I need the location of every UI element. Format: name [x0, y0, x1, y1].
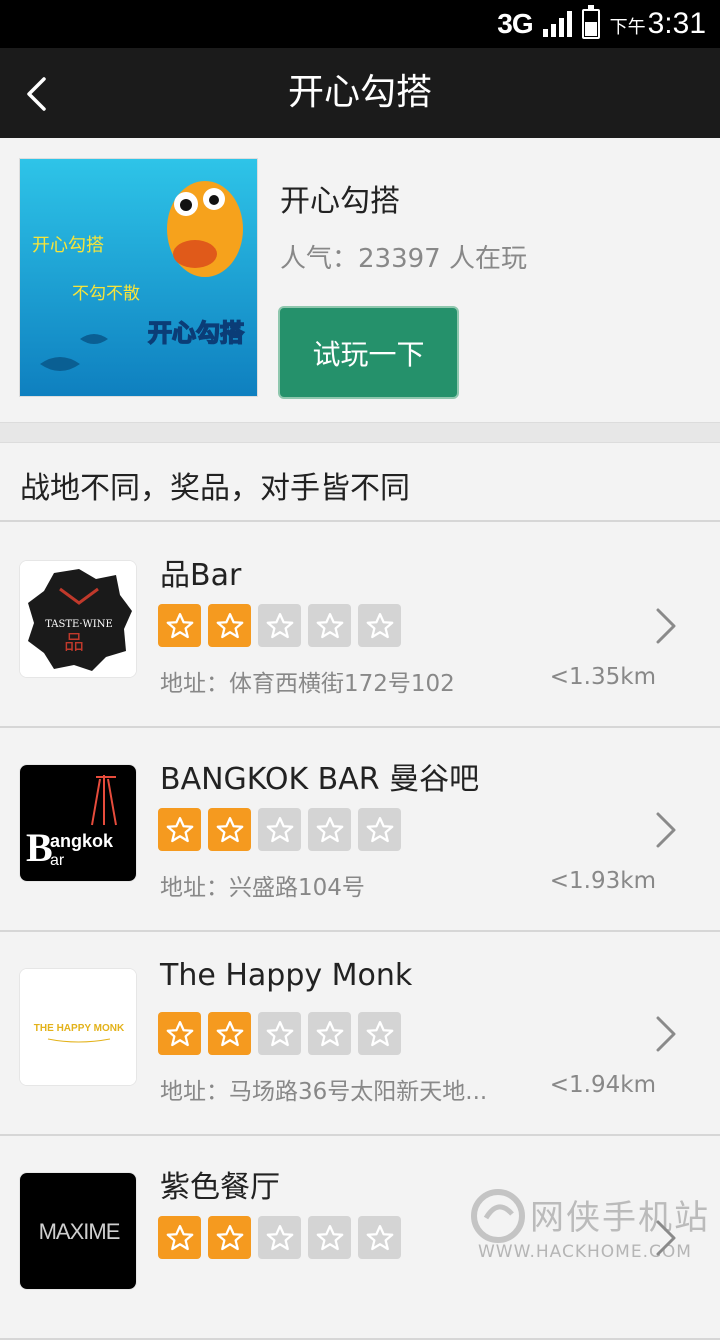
network-type: 3G	[497, 8, 533, 39]
section-divider	[0, 422, 720, 442]
bar-list-item[interactable]: TASTE·WINE 品品Bar 地址：体育西横街172号102 <1.35km	[0, 524, 720, 728]
game-name: 开心勾搭	[280, 184, 400, 219]
status-clock: 下午 3:31	[610, 7, 706, 41]
star-empty-icon	[358, 1012, 401, 1055]
status-bar: 3G 下午 3:31	[0, 0, 720, 48]
star-filled-icon	[208, 1012, 251, 1055]
star-empty-icon	[358, 808, 401, 851]
star-empty-icon	[258, 808, 301, 851]
game-popularity: 人气：23397 人在玩	[280, 238, 527, 275]
star-empty-icon	[308, 1012, 351, 1055]
bar-address: 地址：体育西横街172号102	[160, 671, 455, 697]
try-play-button[interactable]: 试玩一下	[278, 306, 459, 399]
bar-logo-image: THE HAPPY MONK	[19, 968, 137, 1086]
bar-address: 地址：马场路36号太阳新天地...	[160, 1079, 488, 1105]
star-empty-icon	[258, 1012, 301, 1055]
thumb-text-mid: 不勾不散	[72, 284, 140, 304]
bar-logo-text-1: THE HAPPY MONK	[34, 1023, 125, 1034]
signal-icon	[542, 11, 572, 37]
bar-distance: <1.94km	[549, 1072, 656, 1098]
thumb-text-top: 开心勾搭	[32, 235, 104, 256]
svg-text:B: B	[26, 825, 53, 870]
bar-list-item[interactable]: THE HAPPY MONK The Happy Monk 地址：马场路36号太阳新…	[0, 932, 720, 1136]
bar-list-item[interactable]: Bangkok ar BANGKOK BAR 曼谷吧地址：兴盛路104号 <1.93k…	[0, 728, 720, 932]
title-bar: 开心勾搭	[0, 48, 720, 138]
bar-address: 地址：兴盛路104号	[160, 875, 365, 901]
bar-logo-text-2: ar	[50, 852, 65, 869]
chevron-right-icon	[656, 1220, 676, 1256]
bar-logo-text-2: 品	[64, 630, 84, 654]
star-empty-icon	[308, 808, 351, 851]
bar-logo-image: Bangkok ar	[19, 764, 137, 882]
section-heading-text: 战地不同，奖品，对手皆不同	[20, 471, 410, 506]
star-empty-icon	[258, 1216, 301, 1259]
star-filled-icon	[158, 604, 201, 647]
bar-logo-image: MAXIME	[19, 1172, 137, 1290]
bar-rating	[158, 1012, 401, 1055]
chevron-right-icon	[656, 608, 676, 644]
star-empty-icon	[358, 604, 401, 647]
star-filled-icon	[208, 808, 251, 851]
star-filled-icon	[158, 1012, 201, 1055]
bar-logo-text-1: angkok	[50, 831, 114, 851]
star-empty-icon	[258, 604, 301, 647]
section-heading: 战地不同，奖品，对手皆不同	[0, 442, 720, 522]
star-filled-icon	[208, 604, 251, 647]
star-empty-icon	[308, 604, 351, 647]
game-art-image: 开心勾搭 不勾不散 开心勾搭	[20, 159, 257, 396]
bar-rating	[158, 808, 401, 851]
popularity-label: 人气：	[280, 244, 359, 274]
bar-name: 紫色餐厅	[160, 1170, 280, 1205]
chevron-right-icon	[656, 812, 676, 848]
bar-logo-text-1: TASTE·WINE	[45, 619, 113, 630]
bar-logo-text-1: MAXIME	[39, 1219, 120, 1244]
bar-rating	[158, 604, 401, 647]
game-thumbnail[interactable]: 开心勾搭 不勾不散 开心勾搭	[19, 158, 258, 397]
page-title: 开心勾搭	[287, 72, 432, 113]
clock-ampm: 下午	[609, 17, 646, 38]
bar-distance: <1.35km	[549, 664, 656, 690]
status-bar-right: 3G 下午 3:31	[497, 5, 706, 42]
bar-distance: <1.93km	[549, 868, 656, 894]
star-filled-icon	[158, 1216, 201, 1259]
popularity-suffix: 人在玩	[440, 244, 527, 274]
bar-name: 品Bar	[160, 558, 242, 593]
battery-icon	[581, 5, 600, 39]
clock-time: 3:31	[647, 7, 706, 40]
bar-name: BANGKOK BAR 曼谷吧	[160, 762, 480, 797]
bar-rating	[158, 1216, 401, 1259]
star-filled-icon	[208, 1216, 251, 1259]
star-empty-icon	[308, 1216, 351, 1259]
bar-logo-image: TASTE·WINE 品	[19, 560, 137, 678]
thumb-logo-text: 开心勾搭	[148, 319, 244, 347]
popularity-count: 23397	[358, 244, 441, 274]
star-empty-icon	[358, 1216, 401, 1259]
bar-name: The Happy Monk	[160, 958, 413, 993]
star-filled-icon	[158, 808, 201, 851]
chevron-right-icon	[656, 1016, 676, 1052]
bar-list-item[interactable]: MAXIME 紫色餐厅	[0, 1136, 720, 1340]
